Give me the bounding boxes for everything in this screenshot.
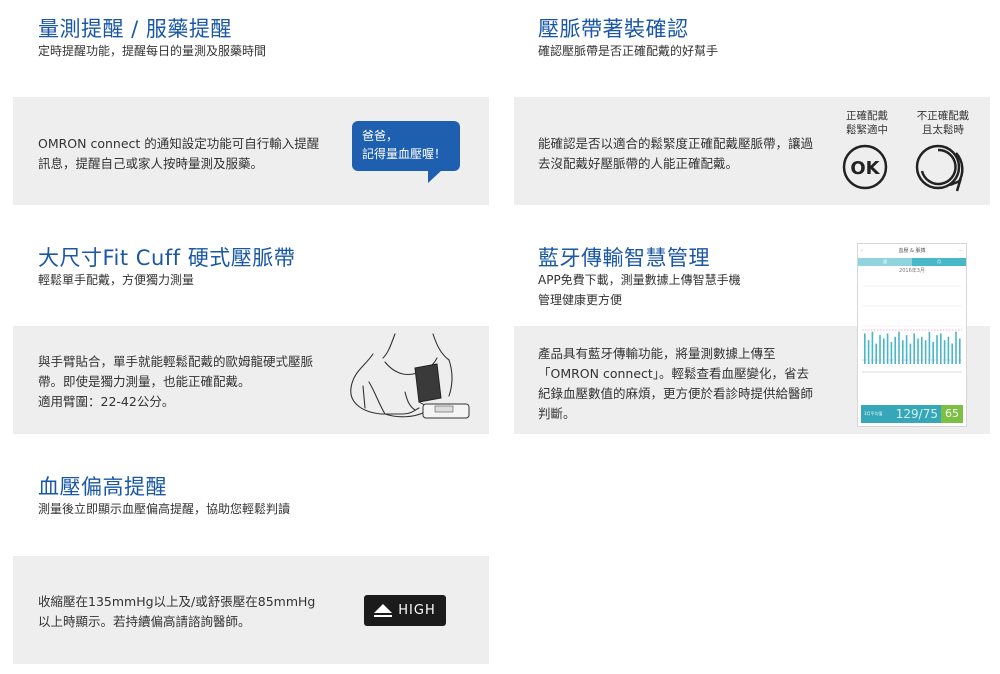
bp-bar: [959, 338, 961, 364]
bp-bar: [955, 331, 957, 364]
app-tabs: 週 月: [858, 258, 966, 266]
cuff-device: [414, 363, 470, 419]
bp-bar: [871, 331, 874, 364]
tab-month: 月: [912, 258, 966, 266]
section-title: 血壓偏高提醒: [38, 475, 167, 499]
feature-description: 產品具有藍牙傳輸功能，將量測數據上傳至 「OMRON connect」。輕鬆查看…: [538, 346, 814, 421]
high-bp-badge: HIGH: [364, 595, 446, 626]
reminder-speech-bubble: 爸爸， 記得量血壓喔！: [352, 121, 460, 183]
bp-bar: [867, 340, 870, 364]
feature-description: 能確認是否以適合的鬆緊度正確配戴壓脈帶，讓過 去沒配戴好壓脈帶的人能正確配戴。: [538, 136, 814, 171]
cuff-wrap-icons: OK: [842, 144, 964, 192]
bp-bar: [905, 335, 908, 364]
section-subtitle: 定時提醒功能，提醒每日的量測及服藥時間: [38, 44, 267, 58]
pulse-value: 65: [941, 405, 963, 423]
bp-bar: [902, 340, 904, 364]
app-header: ‹ 血壓 & 脈搏 ···: [858, 244, 966, 258]
bp-bar: [886, 333, 889, 364]
section-subtitle: 測量後立即顯示血壓偏高提醒，協助您輕鬆判讀: [38, 502, 291, 516]
bp-bar: [928, 331, 931, 364]
bp-bar-chart: [862, 285, 962, 373]
bp-bar: [894, 336, 896, 364]
bp-bars: [864, 331, 961, 364]
section-title: 藍牙傳輸智慧管理: [538, 246, 710, 270]
app-summary: 3月平均值 129/75 65: [861, 405, 963, 423]
section-title: 大尺寸Fit Cuff 硬式壓脈帶: [38, 246, 296, 270]
bp-bar: [879, 335, 881, 364]
bp-bar: [943, 340, 946, 364]
bp-bar: [940, 333, 942, 364]
bp-bar: [947, 336, 950, 364]
eject-triangle-icon: [374, 604, 393, 617]
tab-week: 週: [858, 258, 912, 266]
bp-bar: [890, 341, 893, 364]
bp-bar: [864, 333, 866, 364]
section-subtitle: APP免費下載，測量數據上傳智慧手機 管理健康更方便: [538, 273, 741, 307]
feature-description: 收縮壓在135mmHg以上及/或舒張壓在85mmHg 以上時顯示。若持續偏高請諮…: [38, 594, 316, 629]
cuff-loose-icon: [915, 144, 964, 192]
bp-bar: [883, 338, 885, 364]
bp-bar: [936, 335, 938, 364]
bp-bar: [917, 338, 919, 364]
section-title: 壓脈帶著裝確認: [538, 17, 689, 41]
back-icon: ‹: [861, 248, 863, 254]
bp-value: 129/75: [895, 407, 938, 421]
bp-bar: [913, 333, 915, 364]
bp-bar: [924, 340, 927, 364]
bp-bar: [951, 343, 953, 364]
more-icon: ···: [958, 248, 963, 254]
person-wearing-cuff-illustration: [350, 333, 470, 419]
app-screen-mockup: ‹ 血壓 & 脈搏 ··· 週 月 2016年3月 3月平均值 129/75 6…: [857, 243, 967, 427]
cuff-ok-icon: OK: [842, 144, 888, 190]
feature-description: OMRON connect 的通知設定功能可自行輸入提醒 訊息，提醒自己或家人按…: [38, 136, 320, 171]
section-title: 量測提醒 / 服藥提醒: [38, 17, 232, 41]
incorrect-wrap-label: 不正確配戴 且太鬆時: [916, 110, 970, 136]
bp-bar: [921, 336, 923, 364]
feature-description: 與手臂貼合，單手就能輕鬆配戴的歐姆龍硬式壓脈 帶。即使是獨力測量，也能正確配戴。…: [38, 354, 314, 409]
bp-bar: [875, 343, 877, 364]
bp-bar: [909, 343, 912, 364]
bp-bar: [932, 341, 934, 364]
section-subtitle: 輕鬆單手配戴，方便獨力測量: [38, 273, 195, 287]
bp-bar: [898, 331, 900, 364]
correct-wrap-label: 正確配戴 鬆緊適中: [846, 110, 888, 136]
ok-text: OK: [850, 158, 880, 179]
section-subtitle: 確認壓脈帶是否正確配戴的好幫手: [538, 44, 719, 58]
app-month: 2016年3月: [899, 268, 925, 274]
